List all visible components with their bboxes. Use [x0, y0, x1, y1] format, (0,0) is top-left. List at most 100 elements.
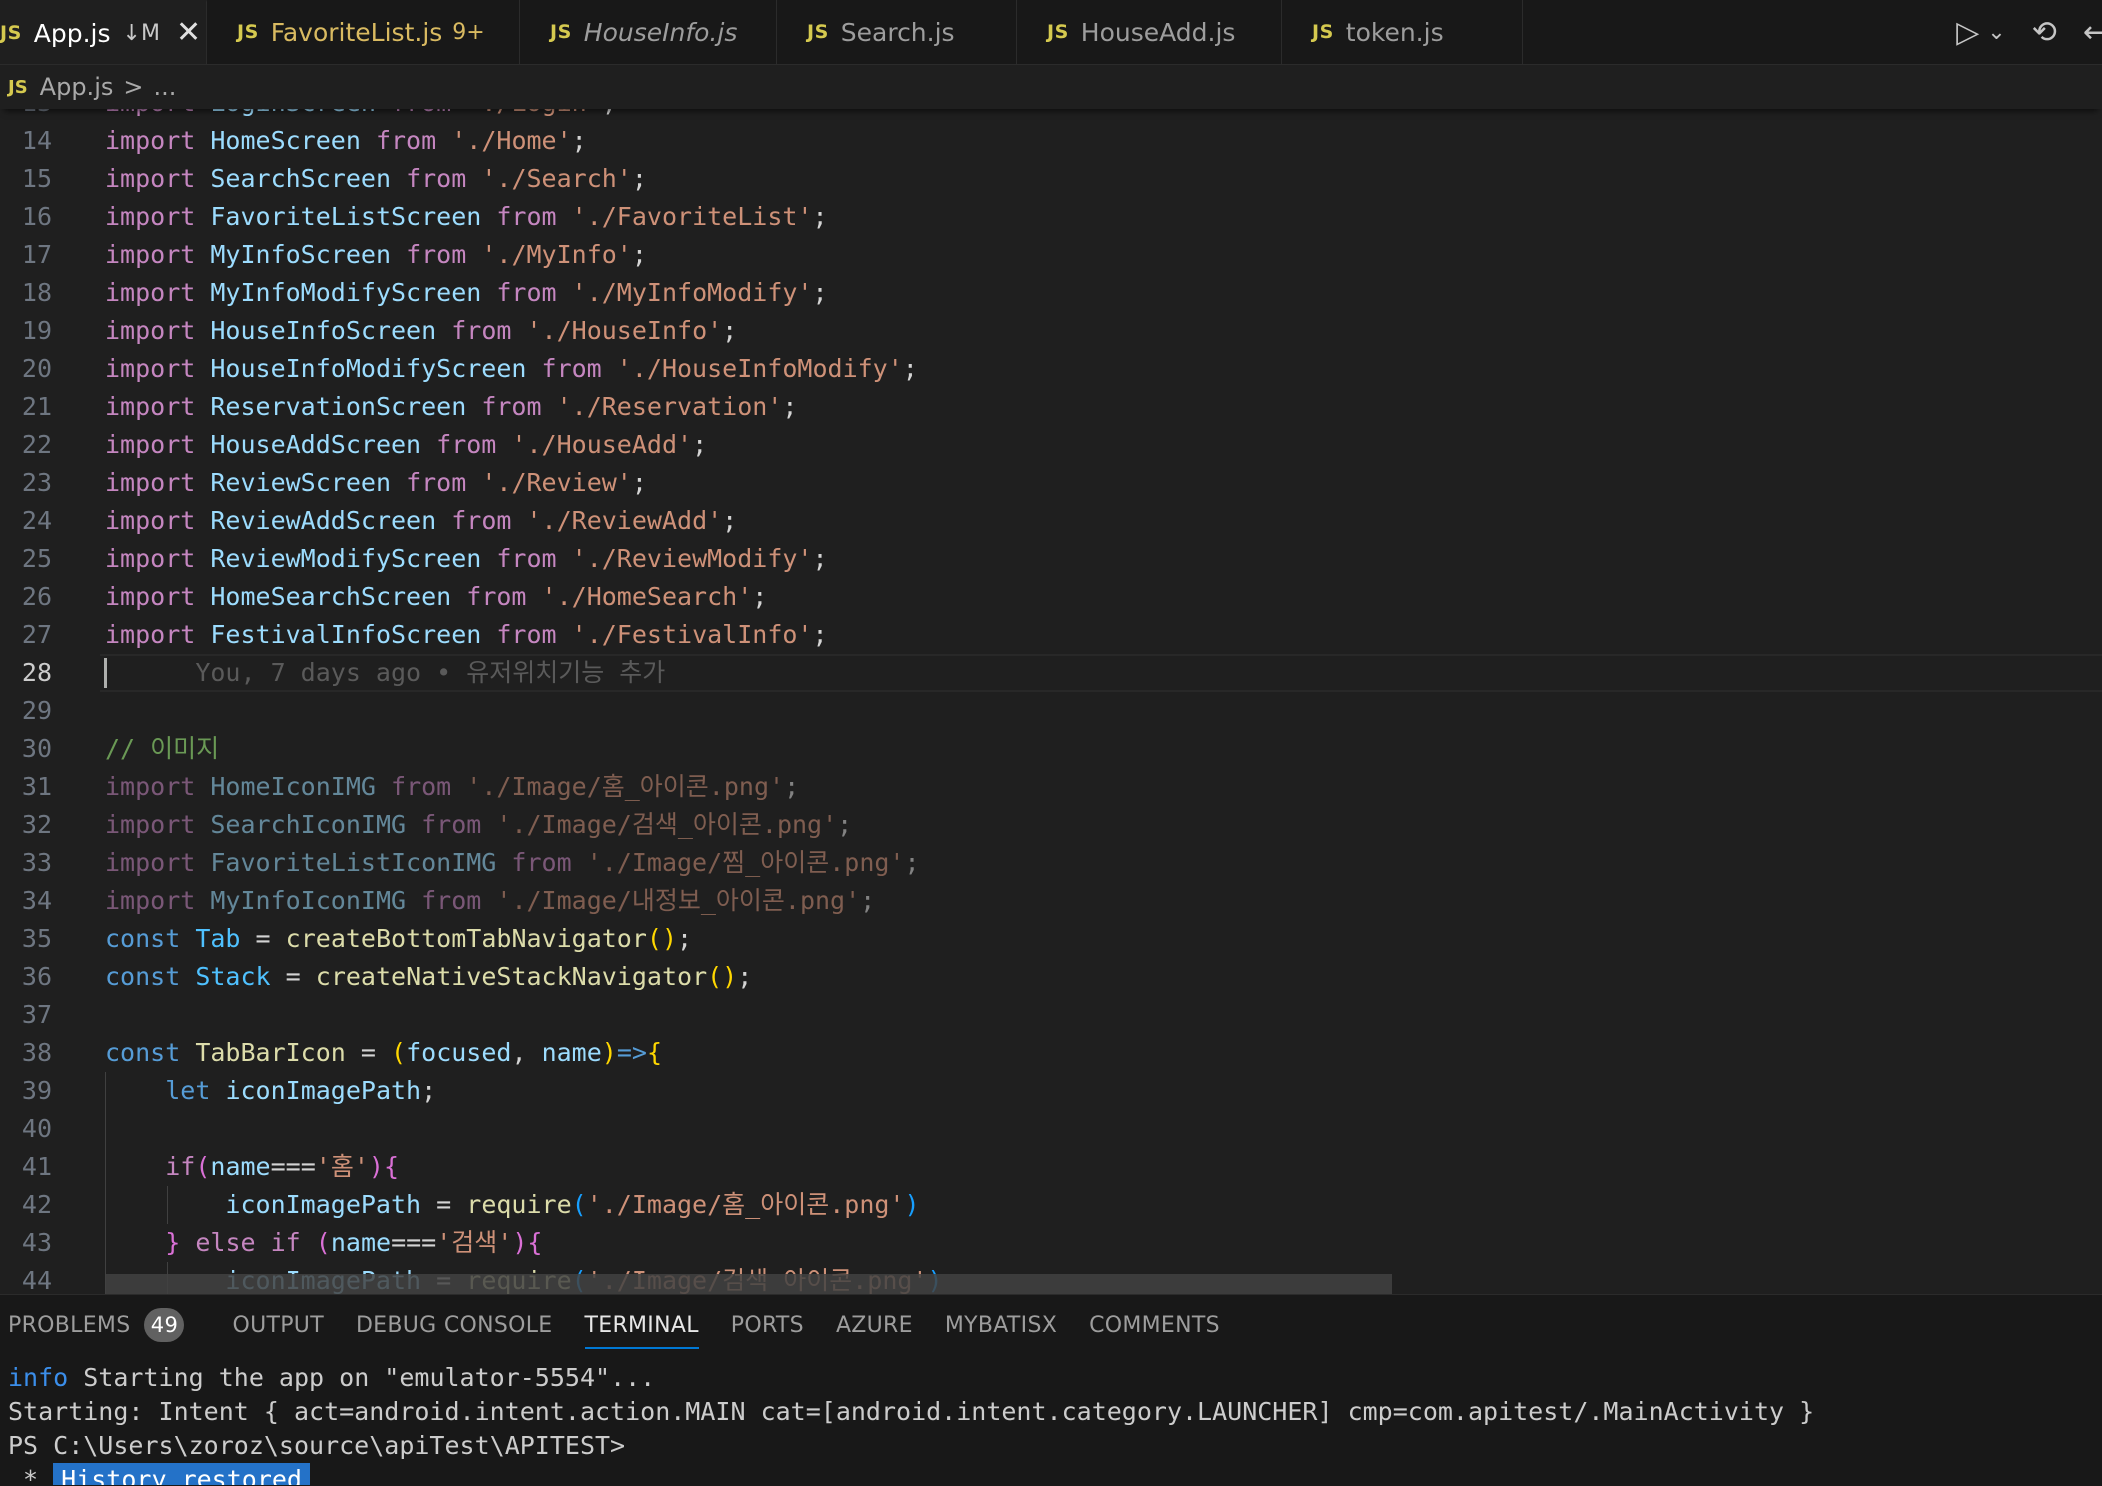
- tab-search-js[interactable]: JS Search.js: [777, 0, 1017, 64]
- code-line[interactable]: 24 import ReviewAddScreen from './ReviewA…: [0, 502, 2102, 540]
- tab-label: Search.js: [840, 17, 955, 47]
- line-number: 40: [21, 1114, 52, 1143]
- code-line[interactable]: 19 import HouseInfoScreen from './HouseIn…: [0, 312, 2102, 350]
- line-number: 13: [0, 109, 52, 122]
- code-line[interactable]: 41 if(name==='홈'){: [0, 1148, 2102, 1186]
- code-lines: 13 import LoginScreen from './Login'; 14 im…: [0, 109, 2102, 1294]
- chevron-down-icon[interactable]: ⌄: [1987, 20, 2005, 45]
- code-line[interactable]: 32 import SearchIconIMG from './Image/검색_…: [0, 806, 2102, 844]
- tab-mybatisx[interactable]: MYBATISX: [945, 1295, 1081, 1355]
- tab-comments[interactable]: COMMENTS: [1089, 1295, 1244, 1355]
- line-code: import ReservationScreen from './Reserva…: [105, 392, 798, 421]
- code-line[interactable]: 16 import FavoriteListScreen from './Favo…: [0, 198, 2102, 236]
- line-number: 43: [21, 1228, 52, 1257]
- line-number: 29: [21, 696, 52, 725]
- line-number: 28: [21, 658, 52, 687]
- code-line[interactable]: 23 import ReviewScreen from './Review';: [0, 464, 2102, 502]
- tab-label: PORTS: [730, 1312, 804, 1338]
- line-code: import MyInfoScreen from './MyInfo';: [105, 240, 647, 269]
- tab-label: TERMINAL: [584, 1312, 699, 1338]
- tab-favoritelist-js[interactable]: JS FavoriteList.js 9+: [207, 0, 520, 64]
- tab-problems[interactable]: PROBLEMS 49: [8, 1295, 208, 1355]
- code-line[interactable]: 33 import FavoriteListIconIMG from './Ima…: [0, 844, 2102, 882]
- code-line[interactable]: 17 import MyInfoScreen from './MyInfo';: [0, 236, 2102, 274]
- tab-app-js[interactable]: JS App.js ↓M ✕: [0, 0, 207, 64]
- code-line[interactable]: 27 import FestivalInfoScreen from './Fest…: [0, 616, 2102, 654]
- line-code: import HomeSearchScreen from './HomeSear…: [105, 582, 768, 611]
- code-line[interactable]: 13 import LoginScreen from './Login';: [0, 109, 2102, 122]
- tab-houseadd-js[interactable]: JS HouseAdd.js: [1017, 0, 1282, 64]
- code-line[interactable]: 20 import HouseInfoModifyScreen from './H…: [0, 350, 2102, 388]
- terminal-prompt: PS C:\Users\zoroz\source\apiTest\APITEST…: [8, 1431, 626, 1460]
- line-code: You, 7 days ago • 유저위치기능 추가: [195, 658, 666, 687]
- code-line[interactable]: 36 const Stack = createNativeStackNavigat…: [0, 958, 2102, 996]
- line-code: import MyInfoModifyScreen from './MyInfo…: [105, 278, 828, 307]
- line-code: import LoginScreen from './Login';: [105, 109, 617, 122]
- back-icon[interactable]: ←: [2083, 15, 2102, 50]
- line-code: if(name==='홈'){: [165, 1152, 399, 1181]
- history-icon[interactable]: ⟲: [2032, 15, 2057, 50]
- tab-houseinfo-js[interactable]: JS HouseInfo.js: [520, 0, 777, 64]
- terminal-output[interactable]: info Starting the app on "emulator-5554"…: [8, 1361, 2102, 1486]
- code-line[interactable]: 25 import ReviewModifyScreen from './Revi…: [0, 540, 2102, 578]
- code-line[interactable]: 26 import HomeSearchScreen from './HomeSe…: [0, 578, 2102, 616]
- code-line[interactable]: 21 import ReservationScreen from './Reser…: [0, 388, 2102, 426]
- code-line[interactable]: 34 import MyInfoIconIMG from './Image/내정보…: [0, 882, 2102, 920]
- tab-output[interactable]: OUTPUT: [232, 1295, 347, 1355]
- tab-debug-console[interactable]: DEBUG CONSOLE: [356, 1295, 577, 1355]
- editor-actions: ▷ ⌄ ⟲ ←: [1956, 0, 2102, 64]
- code-line[interactable]: 22 import HouseAddScreen from './HouseAdd…: [0, 426, 2102, 464]
- tab-label: HouseInfo.js: [583, 17, 738, 47]
- line-code: import FavoriteListIconIMG from './Image…: [105, 848, 920, 877]
- terminal-line: * History restored: [8, 1463, 2102, 1486]
- code-line[interactable]: 29: [0, 692, 2102, 730]
- info-tag: info: [8, 1363, 69, 1392]
- tab-ports[interactable]: PORTS: [731, 1295, 828, 1355]
- code-line[interactable]: 42 iconImagePath = require('./Image/홈_아이…: [0, 1186, 2102, 1224]
- terminal-line: info Starting the app on "emulator-5554"…: [8, 1361, 2102, 1395]
- tab-token-js[interactable]: JS token.js: [1282, 0, 1523, 64]
- tab-label: DEBUG CONSOLE: [355, 1312, 553, 1338]
- code-line[interactable]: 38 const TabBarIcon = (focused, name)=>{: [0, 1034, 2102, 1072]
- tab-label: token.js: [1345, 17, 1444, 47]
- line-number: 15: [21, 164, 52, 193]
- code-editor[interactable]: 13 import LoginScreen from './Login'; 14 im…: [0, 109, 2102, 1294]
- line-number: 14: [21, 126, 52, 155]
- code-line[interactable]: 14 import HomeScreen from './Home';: [0, 122, 2102, 160]
- code-line[interactable]: 28 You, 7 days ago • 유저위치기능 추가: [0, 654, 2102, 692]
- line-number: 23: [21, 468, 52, 497]
- code-line[interactable]: 31 import HomeIconIMG from './Image/홈_아이콘…: [0, 768, 2102, 806]
- problems-badge: 9+: [452, 19, 485, 45]
- js-file-icon: JS: [1047, 21, 1069, 43]
- line-number: 42: [21, 1190, 52, 1219]
- js-file-icon: JS: [8, 76, 28, 98]
- tab-terminal[interactable]: TERMINAL: [584, 1295, 723, 1355]
- code-line[interactable]: 39 let iconImagePath;: [0, 1072, 2102, 1110]
- terminal-text: Starting the app on "emulator-5554"...: [68, 1363, 656, 1392]
- close-icon[interactable]: ✕: [176, 18, 201, 48]
- breadcrumb-symbol[interactable]: ...: [153, 73, 176, 101]
- line-number: 31: [21, 772, 52, 801]
- tab-label: COMMENTS: [1089, 1312, 1220, 1338]
- js-file-icon: JS: [807, 21, 829, 43]
- code-line[interactable]: 15 import SearchScreen from './Search';: [0, 160, 2102, 198]
- code-line[interactable]: 40: [0, 1110, 2102, 1148]
- bottom-panel: PROBLEMS 49 OUTPUT DEBUG CONSOLE TERMINA…: [0, 1294, 2102, 1486]
- tab-label: HouseAdd.js: [1080, 17, 1236, 47]
- line-code: } else if (name==='검색'){: [165, 1228, 543, 1257]
- code-line[interactable]: 43 } else if (name==='검색'){: [0, 1224, 2102, 1262]
- horizontal-scrollbar[interactable]: [105, 1274, 1392, 1294]
- breadcrumb-file[interactable]: App.js: [40, 73, 114, 101]
- code-line[interactable]: 35 const Tab = createBottomTabNavigator()…: [0, 920, 2102, 958]
- line-number: 41: [21, 1152, 52, 1181]
- tab-azure[interactable]: AZURE: [836, 1295, 937, 1355]
- line-number: 39: [21, 1076, 52, 1105]
- code-line[interactable]: 18 import MyInfoModifyScreen from './MyIn…: [0, 274, 2102, 312]
- code-line[interactable]: 30 // 이미지: [0, 730, 2102, 768]
- panel-tabs: PROBLEMS 49 OUTPUT DEBUG CONSOLE TERMINA…: [0, 1295, 2102, 1355]
- code-line[interactable]: 37: [0, 996, 2102, 1034]
- run-debug-icon[interactable]: ▷: [1956, 15, 1979, 50]
- line-code: import HomeIconIMG from './Image/홈_아이콘.p…: [105, 772, 800, 801]
- js-file-icon: JS: [1312, 21, 1334, 43]
- terminal-line: Starting: Intent { act=android.intent.ac…: [8, 1397, 1815, 1426]
